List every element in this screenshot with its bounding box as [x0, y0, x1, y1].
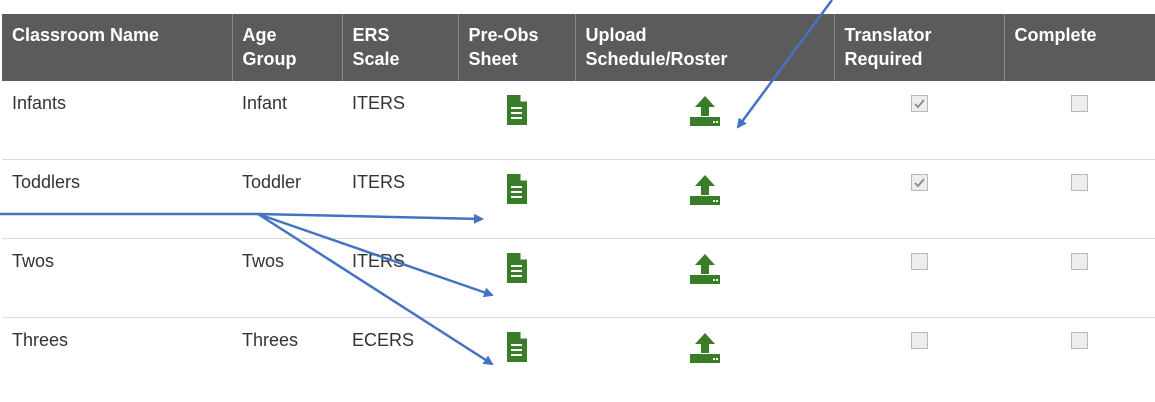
cell-complete: [1004, 81, 1155, 160]
cell-preobs-sheet: [458, 238, 575, 318]
cell-upload-schedule-roster: [575, 318, 834, 397]
cell-classroom-name: Threes: [12, 330, 69, 350]
cell-classroom-name: Twos: [2, 238, 232, 318]
translator-required-checkbox[interactable]: [910, 174, 928, 191]
document-icon[interactable]: [506, 174, 527, 208]
cell-ers-scale: ECERS: [352, 330, 415, 350]
cell-upload-schedule-roster: [575, 159, 834, 239]
cell-complete: [1004, 318, 1155, 397]
cell-ers-scale: ITERS: [342, 238, 458, 318]
cell-translator-required: [834, 238, 1004, 318]
cell-translator-required: [834, 159, 1004, 239]
cell-classroom-name: Toddlers: [2, 159, 232, 239]
cell-upload-schedule-roster: [575, 238, 834, 318]
header-age-group: Age Group: [232, 14, 343, 81]
header-translator-required: Translator Required: [834, 14, 1005, 81]
document-icon[interactable]: [506, 332, 527, 366]
cell-preobs-sheet: [458, 81, 575, 160]
table-row: Twos Twos ITERS: [2, 238, 1155, 318]
upload-icon[interactable]: [688, 253, 722, 289]
upload-icon[interactable]: [688, 174, 722, 210]
cell-age-group: Toddler: [232, 159, 342, 239]
table-row: Toddlers Toddler ITERS: [2, 159, 1155, 239]
table-header: Classroom Name Age Group ERS Scale Pre-Obs…: [2, 14, 1155, 81]
header-preobs-sheet: Pre-Obs Sheet: [458, 14, 576, 81]
cell-complete: [1004, 159, 1155, 239]
cell-ers-scale: ITERS: [342, 81, 458, 160]
header-ers-scale: ERS Scale: [342, 14, 459, 81]
document-icon[interactable]: [506, 253, 527, 287]
cell-age-group: Threes: [242, 330, 299, 350]
cell-upload-schedule-roster: [575, 81, 834, 160]
complete-checkbox[interactable]: [1071, 253, 1088, 270]
table-body: Infants Infant ITERS Toddlers Toddler IT…: [2, 81, 1155, 396]
check-icon: [913, 99, 925, 109]
page: Classroom Name Age Group ERS Scale Pre-Obs…: [0, 0, 1155, 402]
upload-icon[interactable]: [688, 332, 722, 368]
cell-age-group: Twos: [232, 238, 342, 318]
classroom-table: Classroom Name Age Group ERS Scale Pre-Obs…: [2, 14, 1155, 396]
cell-translator-required: [834, 81, 1004, 160]
table-row: Infants Infant ITERS: [2, 81, 1155, 160]
table-row: Threes Threes ECERS: [2, 318, 1155, 397]
header-complete: Complete: [1004, 14, 1155, 81]
complete-checkbox[interactable]: [1071, 95, 1088, 112]
cell-preobs-sheet: [458, 318, 575, 397]
document-icon[interactable]: [506, 95, 527, 129]
complete-checkbox[interactable]: [1071, 332, 1088, 349]
header-classroom-name: Classroom Name: [2, 14, 233, 81]
translator-required-checkbox[interactable]: [910, 95, 928, 112]
upload-icon[interactable]: [688, 95, 722, 131]
cell-preobs-sheet: [458, 159, 575, 239]
cell-classroom-name: Infants: [2, 81, 232, 160]
cell-age-group: Infant: [232, 81, 342, 160]
cell-translator-required: [834, 318, 1004, 397]
complete-checkbox[interactable]: [1071, 174, 1088, 191]
translator-required-checkbox[interactable]: [910, 253, 928, 270]
cell-complete: [1004, 238, 1155, 318]
header-upload-schedule-roster: Upload Schedule/Roster: [575, 14, 835, 81]
cell-ers-scale: ITERS: [342, 159, 458, 239]
check-icon: [913, 178, 925, 188]
translator-required-checkbox[interactable]: [910, 332, 928, 349]
